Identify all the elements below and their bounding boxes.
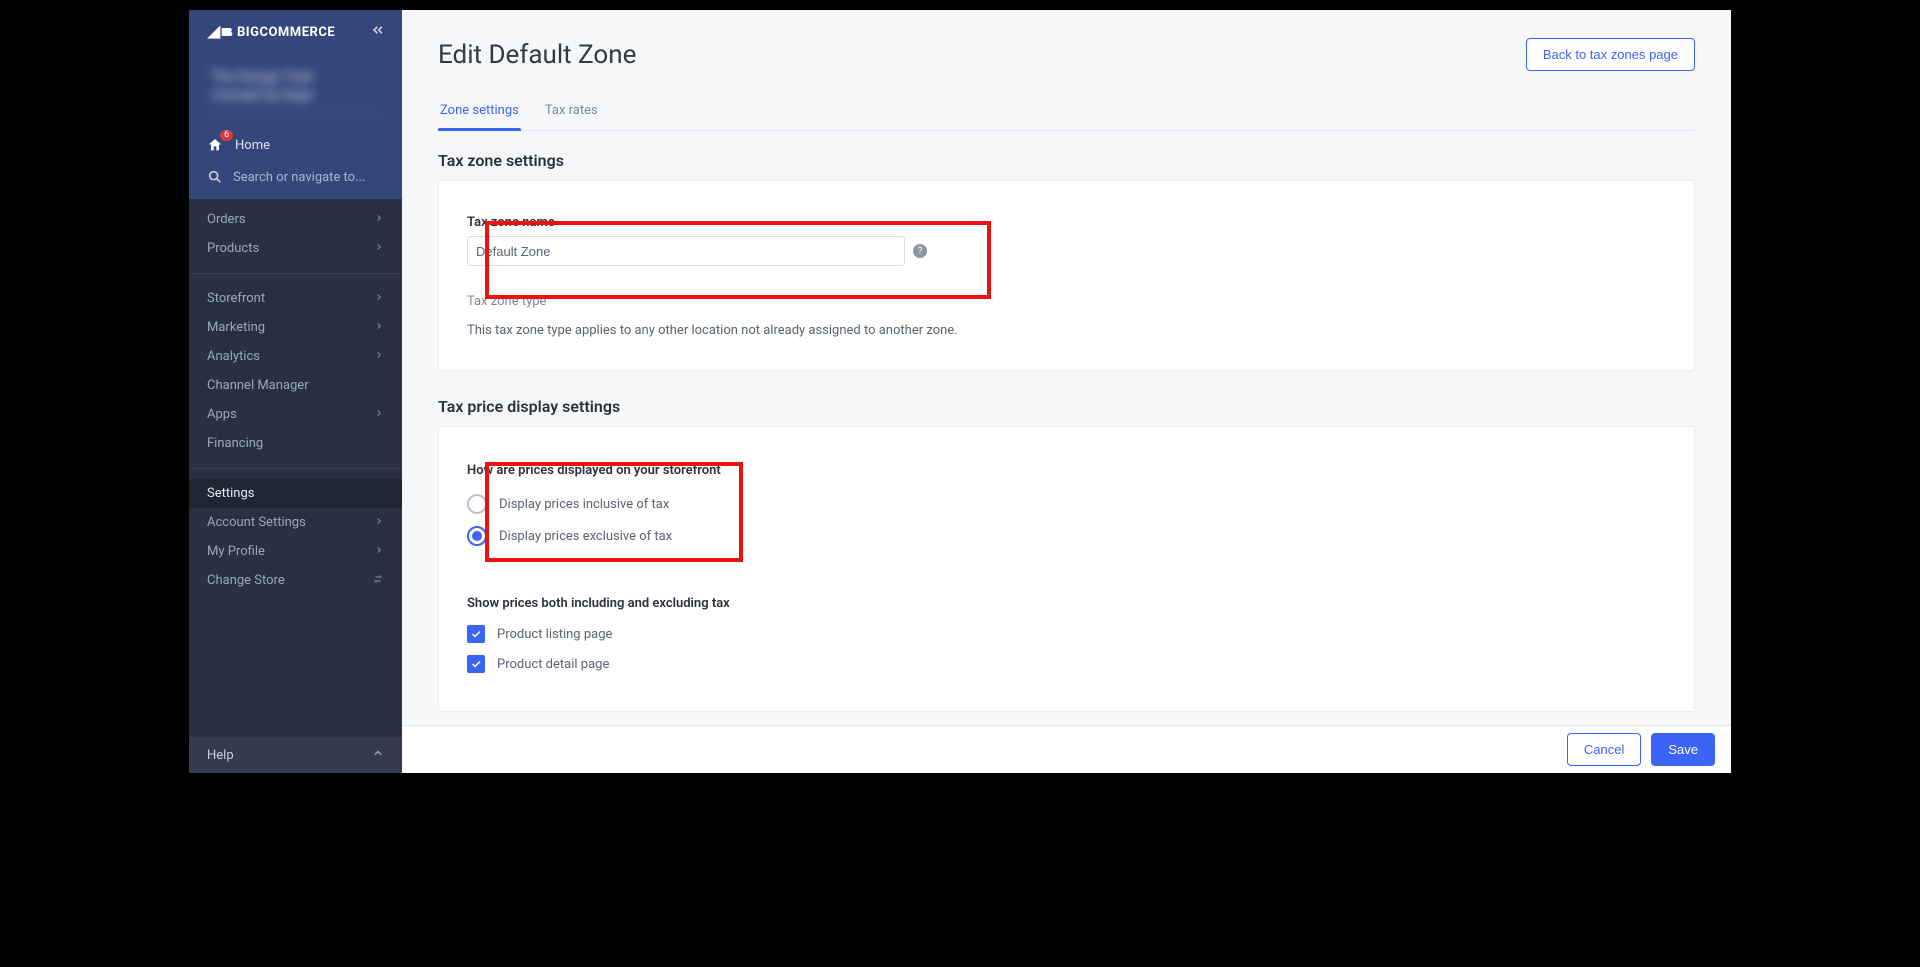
bigcommerce-logo-icon (205, 24, 233, 40)
chevron-right-icon (374, 321, 384, 334)
store-name[interactable]: The Design Task concept by dsgn (205, 60, 386, 113)
tax-zone-name-input[interactable] (467, 236, 905, 266)
sidebar-item-label: Marketing (207, 320, 265, 335)
main-content: Edit Default Zone Back to tax zones page… (402, 10, 1731, 773)
tab-tax-rates[interactable]: Tax rates (543, 93, 600, 130)
sidebar-item-label: Storefront (207, 291, 265, 306)
sidebar-item-label: Home (235, 138, 270, 153)
sidebar-item-label: Analytics (207, 349, 260, 364)
sidebar-item-label: Orders (207, 212, 246, 227)
sidebar-item-home[interactable]: 6 Home (189, 129, 402, 161)
tax-zone-name-label: Tax zone name (467, 215, 1666, 230)
tab-zone-settings[interactable]: Zone settings (438, 93, 521, 130)
checkbox-icon (467, 655, 485, 673)
panel-price-display: How are prices displayed on your storefr… (438, 426, 1695, 712)
chevron-right-icon (374, 242, 384, 255)
section-title-zone-settings: Tax zone settings (438, 151, 1695, 170)
checkbox-option[interactable]: Product listing page (467, 619, 1666, 649)
chevron-up-icon (372, 747, 384, 763)
sidebar-item-marketing[interactable]: Marketing (189, 313, 402, 342)
sidebar-item-account-settings[interactable]: Account Settings (189, 508, 402, 537)
sidebar-item-settings[interactable]: Settings (189, 479, 402, 508)
sidebar-item-label: Settings (207, 486, 254, 501)
notification-badge: 6 (220, 130, 233, 141)
radio-option[interactable]: Display prices exclusive of tax (467, 520, 1666, 552)
brand-name: BIGCOMMERCE (237, 25, 335, 40)
panel-zone-settings: Tax zone name ? Tax zone type This tax z… (438, 180, 1695, 371)
sidebar-item-channel-manager[interactable]: Channel Manager (189, 371, 402, 400)
chevron-right-icon (374, 408, 384, 421)
sidebar-item-analytics[interactable]: Analytics (189, 342, 402, 371)
sidebar-item-change-store[interactable]: Change Store (189, 566, 402, 595)
show-both-label: Show prices both including and excluding… (467, 596, 1666, 611)
chevron-right-icon (374, 213, 384, 226)
price-display-question: How are prices displayed on your storefr… (467, 463, 1666, 478)
collapse-sidebar-button[interactable] (370, 22, 386, 42)
radio-option[interactable]: Display prices inclusive of tax (467, 488, 1666, 520)
help-icon[interactable]: ? (913, 244, 927, 258)
sidebar-item-label: Change Store (207, 573, 285, 588)
sidebar-item-label: Help (207, 748, 234, 763)
sidebar-item-orders[interactable]: Orders (189, 205, 402, 234)
sidebar-item-apps[interactable]: Apps (189, 400, 402, 429)
checkbox-label: Product listing page (497, 627, 612, 642)
search-placeholder: Search or navigate to... (233, 170, 365, 185)
checkbox-icon (467, 625, 485, 643)
chevron-right-icon (374, 516, 384, 529)
home-icon: 6 (207, 137, 225, 153)
tax-zone-type-description: This tax zone type applies to any other … (467, 323, 1666, 338)
section-title-price-display: Tax price display settings (438, 397, 1695, 416)
radio-label: Display prices exclusive of tax (499, 529, 672, 544)
sidebar: BIGCOMMERCE The Design Task concept by d… (189, 10, 402, 773)
sidebar-item-my-profile[interactable]: My Profile (189, 537, 402, 566)
checkbox-option[interactable]: Product detail page (467, 649, 1666, 679)
radio-button-icon (467, 526, 487, 546)
chevron-right-icon (374, 545, 384, 558)
save-button[interactable]: Save (1651, 733, 1715, 766)
chevron-double-left-icon (370, 22, 386, 38)
brand-logo: BIGCOMMERCE (205, 24, 335, 40)
radio-label: Display prices inclusive of tax (499, 497, 669, 512)
sidebar-item-storefront[interactable]: Storefront (189, 284, 402, 313)
sidebar-item-label: My Profile (207, 544, 265, 559)
page-title: Edit Default Zone (438, 40, 636, 70)
sidebar-item-financing[interactable]: Financing (189, 429, 402, 458)
sidebar-item-label: Apps (207, 407, 237, 422)
sidebar-item-products[interactable]: Products (189, 234, 402, 263)
radio-button-icon (467, 494, 487, 514)
back-button[interactable]: Back to tax zones page (1526, 38, 1695, 71)
swap-icon (372, 573, 384, 588)
search-input[interactable]: Search or navigate to... (189, 161, 402, 199)
sidebar-item-label: Financing (207, 436, 263, 451)
search-icon (207, 169, 223, 185)
footer-action-bar: Cancel Save (402, 725, 1731, 773)
sidebar-item-label: Account Settings (207, 515, 306, 530)
tax-zone-type-label: Tax zone type (467, 294, 1666, 309)
checkbox-label: Product detail page (497, 657, 609, 672)
sidebar-item-label: Channel Manager (207, 378, 309, 393)
cancel-button[interactable]: Cancel (1567, 733, 1641, 766)
chevron-right-icon (374, 292, 384, 305)
chevron-right-icon (374, 350, 384, 363)
sidebar-item-label: Products (207, 241, 259, 256)
sidebar-item-help[interactable]: Help (189, 737, 402, 773)
